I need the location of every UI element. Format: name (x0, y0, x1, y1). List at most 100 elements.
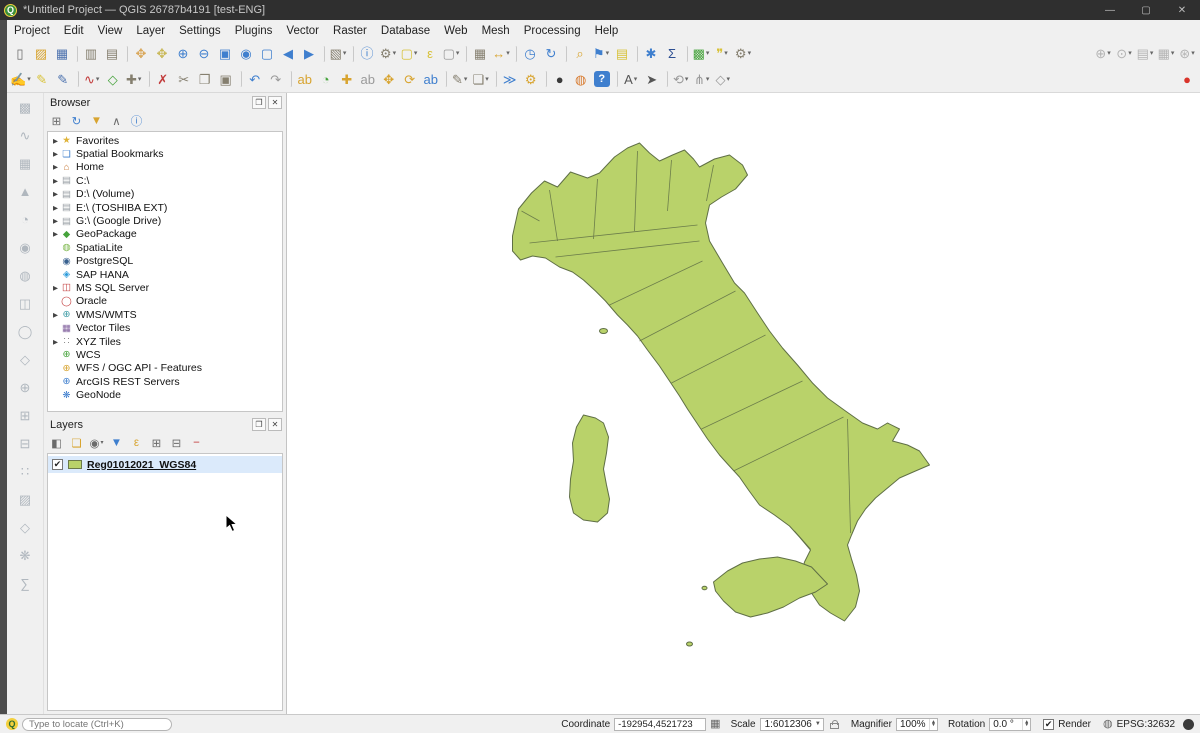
metasearch-icon[interactable]: ◍ (571, 69, 591, 89)
expand-arrow-icon[interactable]: ▶ (51, 338, 60, 346)
measure-icon[interactable]: ↔ (491, 44, 511, 64)
open-layer-styling-icon[interactable]: ◧ (47, 434, 66, 452)
layers-close-button[interactable]: ✕ (268, 418, 282, 431)
properties-widget-icon[interactable]: ⓘ (127, 112, 146, 130)
text-annotation-icon[interactable]: A (621, 69, 641, 89)
zoom-out-icon[interactable]: ⊖ (194, 44, 214, 64)
browser-tree-item[interactable]: ▶ ◆ GeoPackage (48, 228, 282, 241)
recording-indicator-icon[interactable]: ● (1177, 69, 1197, 89)
extents-toggle-icon[interactable]: ▦ (710, 719, 720, 730)
toggle-editing-icon[interactable]: ✎ (32, 69, 52, 89)
move-label-icon[interactable]: ✥ (379, 69, 399, 89)
crs-globe-icon[interactable]: ◍ (1103, 719, 1113, 730)
locator-input[interactable] (22, 718, 172, 731)
python-console-icon[interactable]: ≫ (500, 69, 520, 89)
web-group-dropdown[interactable]: ⊛ (1177, 44, 1197, 64)
browser-tree-item[interactable]: ▶ ⊕ WFS / OGC API - Features (48, 362, 282, 375)
pan-map-icon[interactable]: ✥ (131, 44, 151, 64)
add-spatialite-layer-icon[interactable]: ◍ (14, 265, 36, 286)
menu-item[interactable]: Vector (279, 20, 326, 41)
merge-features-icon[interactable]: ◇ (713, 69, 733, 89)
sum-features-icon[interactable]: Σ (662, 44, 682, 64)
zoom-full-icon[interactable]: ▣ (215, 44, 235, 64)
collapse-all-icon[interactable]: ∧ (107, 112, 126, 130)
new-spatial-bookmark-icon[interactable]: ⚑ (591, 44, 611, 64)
cut-features-icon[interactable]: ✂ (174, 69, 194, 89)
reshape-features-icon[interactable]: ⟲ (671, 69, 691, 89)
add-group-icon[interactable]: ❏ (67, 434, 86, 452)
render-checkbox[interactable]: ✔ (1043, 719, 1054, 730)
refresh-map-icon[interactable]: ↻ (541, 44, 561, 64)
run-feature-action-icon[interactable]: ⚙ (378, 44, 398, 64)
browser-tree-item[interactable]: ▶ ★ Favorites (48, 134, 282, 147)
menu-item[interactable]: Processing (517, 20, 588, 41)
layer-diagram-icon[interactable]: ◔ (316, 69, 336, 89)
expand-arrow-icon[interactable]: ▶ (51, 177, 60, 185)
menu-item[interactable]: Mesh (475, 20, 517, 41)
add-wms-layer-icon[interactable]: ⊕ (14, 377, 36, 398)
browser-tree-item[interactable]: ▶ ▤ D:\ (Volume) (48, 188, 282, 201)
scale-combo[interactable]: 1:6012306 ▼ (760, 718, 824, 731)
pan-group-dropdown[interactable]: ⊙ (1114, 44, 1134, 64)
menu-item[interactable]: Edit (57, 20, 91, 41)
browser-tree-item[interactable]: ▶ ◍ SpatiaLite (48, 241, 282, 254)
layer-labeling-icon[interactable]: ab (295, 69, 315, 89)
menu-item[interactable]: Web (437, 20, 474, 41)
zoom-last-icon[interactable]: ◀ (278, 44, 298, 64)
select-features-icon[interactable]: ▢ (399, 44, 419, 64)
magnifier-spinbox[interactable]: 100% ▲▼ (896, 718, 938, 731)
raster-group-dropdown[interactable]: ▦ (1156, 44, 1176, 64)
browser-tree-item[interactable]: ▶ ⊕ ArcGIS REST Servers (48, 375, 282, 388)
add-geonode-layer-icon[interactable]: ❋ (14, 545, 36, 566)
browser-tree-item[interactable]: ▶ ▤ C:\ (48, 174, 282, 187)
layers-float-button[interactable]: ❐ (252, 418, 266, 431)
spinner-arrows-icon[interactable]: ▲▼ (1022, 719, 1030, 730)
expand-arrow-icon[interactable]: ▶ (51, 284, 60, 292)
new-print-layout-icon[interactable]: ▥ (81, 44, 101, 64)
select-annotation-icon[interactable]: ➤ (642, 69, 662, 89)
browser-tree-item[interactable]: ▶ ⊕ WMS/WMTS (48, 308, 282, 321)
pin-labels-icon[interactable]: ✚ (337, 69, 357, 89)
osm-place-search-icon[interactable]: ● (550, 69, 570, 89)
open-attribute-table-icon[interactable]: ▦ (470, 44, 490, 64)
browser-tree-item[interactable]: ▶ ⊕ WCS (48, 348, 282, 361)
expand-arrow-icon[interactable]: ▶ (51, 311, 60, 319)
coordinate-input[interactable] (614, 718, 706, 731)
split-features-icon[interactable]: ⋔ (692, 69, 712, 89)
browser-tree-item[interactable]: ▶ ⌂ Home (48, 161, 282, 174)
add-postgis-layer-icon[interactable]: ◉ (14, 237, 36, 258)
vertex-tool-icon[interactable]: ✚ (124, 69, 144, 89)
add-selected-layers-icon[interactable]: ⊞ (47, 112, 66, 130)
highlight-pinned-labels-icon[interactable]: ab (358, 69, 378, 89)
layer-checkbox[interactable]: ✔ (52, 459, 63, 470)
crs-value[interactable]: EPSG:32632 (1117, 719, 1175, 730)
rotate-label-icon[interactable]: ⟳ (400, 69, 420, 89)
scale-lock-icon[interactable] (830, 723, 839, 729)
layer-group-dropdown[interactable]: ▤ (1135, 44, 1155, 64)
browser-tree-item[interactable]: ▶ ▤ G:\ (Google Drive) (48, 214, 282, 227)
menu-item[interactable]: Raster (326, 20, 374, 41)
add-mesh-layer-icon[interactable]: ▲ (14, 181, 36, 202)
add-delimited-text-icon[interactable]: ◔ (14, 209, 36, 230)
expand-arrow-icon[interactable]: ▶ (51, 217, 60, 225)
browser-tree-item[interactable]: ▶ ❏ Spatial Bookmarks (48, 147, 282, 160)
add-wcs-layer-icon[interactable]: ⊞ (14, 405, 36, 426)
add-oracle-layer-icon[interactable]: ◯ (14, 321, 36, 342)
new-map-view-icon[interactable]: ▧ (328, 44, 348, 64)
close-button[interactable]: ✕ (1164, 0, 1200, 20)
remove-layer-icon[interactable]: − (187, 434, 206, 452)
options-icon[interactable]: ⚙ (733, 44, 753, 64)
filter-legend-icon[interactable]: ▼ (107, 434, 126, 452)
zoom-to-selection-icon[interactable]: ◉ (236, 44, 256, 64)
manage-map-themes-icon[interactable]: ◉ (87, 434, 106, 452)
browser-tree-item[interactable]: ▶ ◯ Oracle (48, 295, 282, 308)
save-project-icon[interactable]: ▦ (52, 44, 72, 64)
select-by-expression-icon[interactable]: ε (420, 44, 440, 64)
processing-toolbox-icon[interactable]: ⚙ (521, 69, 541, 89)
open-project-icon[interactable]: ▨ (31, 44, 51, 64)
menu-item[interactable]: View (91, 20, 130, 41)
browser-tree-item[interactable]: ▶ ▤ E:\ (TOSHIBA EXT) (48, 201, 282, 214)
messages-button[interactable] (1183, 719, 1194, 730)
browser-tree-item[interactable]: ▶ ◉ PostgreSQL (48, 255, 282, 268)
menu-item[interactable]: Database (374, 20, 437, 41)
